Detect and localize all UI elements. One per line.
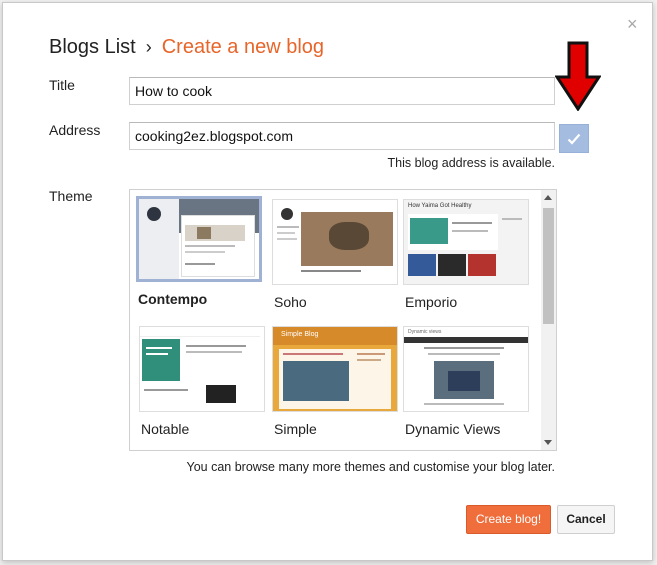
theme-simple[interactable]: Simple Blog Simple — [272, 326, 398, 437]
create-blog-dialog: × Blogs List › Create a new blog Title How… — [2, 2, 653, 561]
scroll-up-icon[interactable] — [544, 195, 552, 200]
close-icon[interactable]: × — [627, 15, 638, 33]
theme-scrollbar[interactable] — [541, 190, 556, 450]
check-icon — [567, 133, 581, 145]
theme-thumbnail[interactable] — [136, 196, 262, 282]
theme-name: Dynamic Views — [405, 421, 501, 437]
breadcrumb-separator: › — [145, 37, 152, 57]
address-input[interactable]: cooking2ez.blogspot.com — [129, 122, 555, 150]
theme-thumbnail[interactable]: Dynamic views — [403, 326, 529, 412]
theme-label: Theme — [49, 188, 93, 204]
emporio-thumb-heading: How Yaima Got Healthy — [408, 203, 472, 209]
address-label: Address — [49, 122, 101, 138]
address-status: This blog address is available. — [387, 156, 555, 170]
red-arrow-icon — [555, 41, 601, 111]
theme-name: Emporio — [405, 294, 458, 310]
title-input[interactable]: How to cook — [129, 77, 555, 105]
breadcrumb-blogs-list[interactable]: Blogs List — [49, 36, 136, 58]
theme-hint: You can browse many more themes and cust… — [186, 460, 555, 474]
page-title: Create a new blog — [161, 36, 325, 58]
cancel-button[interactable]: Cancel — [557, 505, 615, 534]
theme-emporio[interactable]: How Yaima Got Healthy Emporio — [403, 199, 529, 310]
scroll-thumb[interactable] — [543, 208, 554, 324]
theme-dynamic-views[interactable]: Dynamic views Dynamic Views — [403, 326, 529, 437]
breadcrumb: Blogs List › Create a new blog — [49, 36, 324, 59]
create-blog-button[interactable]: Create blog! — [466, 505, 551, 534]
simple-thumb-heading: Simple Blog — [281, 331, 319, 338]
theme-contempo[interactable]: Contempo — [136, 196, 262, 307]
address-check-button[interactable] — [559, 124, 589, 153]
dynamic-thumb-bar: Dynamic views — [408, 329, 442, 335]
theme-name: Contempo — [138, 291, 208, 307]
theme-name: Soho — [274, 294, 307, 310]
theme-thumbnail[interactable]: How Yaima Got Healthy — [403, 199, 529, 285]
theme-thumbnail[interactable]: Simple Blog — [272, 326, 398, 412]
theme-notable[interactable]: Notable — [139, 326, 265, 437]
theme-name: Simple — [274, 421, 317, 437]
theme-soho[interactable]: Soho — [272, 199, 398, 310]
scroll-down-icon[interactable] — [544, 440, 552, 445]
theme-name: Notable — [141, 421, 190, 437]
theme-thumbnail[interactable] — [272, 199, 398, 285]
theme-thumbnail[interactable] — [139, 326, 265, 412]
theme-gallery: Contempo Soho How Yaima Got Healthy Empo… — [129, 189, 557, 451]
title-label: Title — [49, 77, 75, 93]
